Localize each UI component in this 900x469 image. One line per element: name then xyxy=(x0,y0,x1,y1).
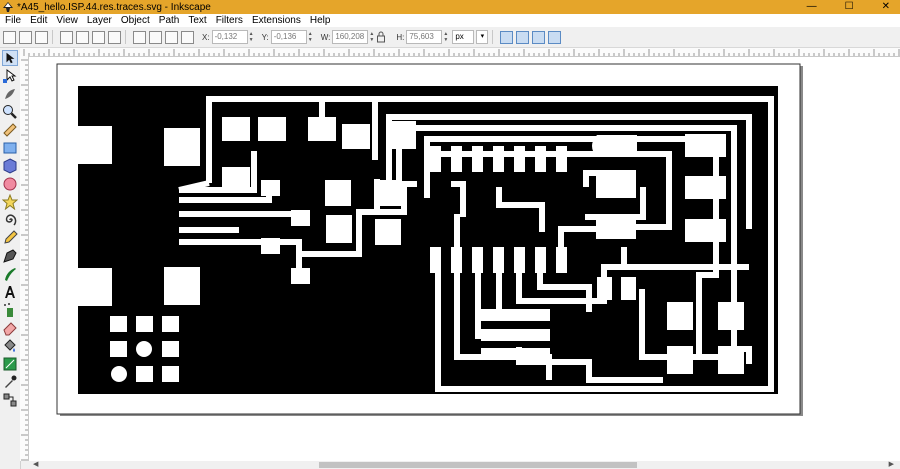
close-button[interactable]: ✕ xyxy=(882,0,890,14)
select-all-layers-icon[interactable] xyxy=(19,30,32,44)
lower-icon[interactable] xyxy=(165,30,178,44)
w-spin-icon[interactable]: ▲ ▼ xyxy=(369,31,374,43)
menu-extensions[interactable]: Extensions xyxy=(252,15,301,26)
bucket-tool-icon[interactable] xyxy=(2,338,18,354)
zoom-tool-icon[interactable] xyxy=(2,104,18,120)
isp-header xyxy=(110,316,179,382)
y-field[interactable]: -0,136 xyxy=(270,30,307,44)
dropper-tool-icon[interactable] xyxy=(2,374,18,390)
eraser-tool-icon[interactable] xyxy=(2,320,18,336)
selector-tool-icon[interactable] xyxy=(2,50,18,66)
chevron-down-icon[interactable]: ▾ xyxy=(476,30,489,44)
toolbox xyxy=(0,48,21,469)
rectangle-tool-icon[interactable] xyxy=(2,140,18,156)
flip-vertical-icon[interactable] xyxy=(108,30,121,44)
lower-to-bottom-icon[interactable] xyxy=(181,30,194,44)
horizontal-ruler xyxy=(20,48,900,57)
deselect-icon[interactable] xyxy=(35,30,48,44)
node-tool-icon[interactable] xyxy=(2,68,18,84)
h-spin-icon[interactable]: ▲ ▼ xyxy=(443,31,448,43)
toolbar-divider xyxy=(125,30,126,44)
star-tool-icon[interactable] xyxy=(2,194,18,210)
calligraphy-tool-icon[interactable] xyxy=(2,266,18,282)
tool-controls-bar: X: -0,132 ▲ ▼ Y: -0,136 ▲ ▼ W: 160,208 ▲ ▼ … xyxy=(0,27,900,48)
menu-text[interactable]: Text xyxy=(188,15,206,26)
scale-stroke-icon[interactable] xyxy=(500,30,514,44)
menu-help[interactable]: Help xyxy=(310,15,331,26)
scroll-left-icon[interactable]: ◀ xyxy=(33,461,38,469)
maximize-button[interactable]: ☐ xyxy=(845,0,854,14)
pen-tool-icon[interactable] xyxy=(2,248,18,264)
menu-bar: File Edit View Layer Object Path Text Fi… xyxy=(0,14,900,27)
scale-corners-icon[interactable] xyxy=(516,30,530,44)
usb-pad xyxy=(78,268,112,306)
select-all-icon[interactable] xyxy=(3,30,16,44)
toolbar-divider xyxy=(492,30,494,44)
scrollbar-thumb[interactable] xyxy=(319,462,637,468)
y-spin-icon[interactable]: ▲ ▼ xyxy=(308,31,313,43)
flip-horizontal-icon[interactable] xyxy=(92,30,105,44)
vertical-ruler xyxy=(20,56,29,461)
menu-layer[interactable]: Layer xyxy=(87,15,112,26)
menu-view[interactable]: View xyxy=(56,15,78,26)
x-field[interactable]: -0,132 xyxy=(211,30,248,44)
document-drawing[interactable] xyxy=(29,57,900,461)
window-title: *A45_hello.ISP.44.res.traces.svg - Inksc… xyxy=(17,1,211,13)
spiral-tool-icon[interactable] xyxy=(2,212,18,228)
window-controls: — ☐ ✕ xyxy=(807,0,890,14)
measure-tool-icon[interactable] xyxy=(2,122,18,138)
menu-file[interactable]: File xyxy=(5,15,21,26)
usb-pad xyxy=(78,126,112,164)
minimize-button[interactable]: — xyxy=(807,0,817,14)
raise-icon[interactable] xyxy=(149,30,162,44)
x-spin-icon[interactable]: ▲ ▼ xyxy=(249,31,254,43)
text-tool-icon[interactable] xyxy=(2,284,18,300)
gradient-tool-icon[interactable] xyxy=(2,356,18,372)
ellipse-tool-icon[interactable] xyxy=(2,176,18,192)
w-field[interactable]: 160,208 xyxy=(332,30,369,44)
3dbox-tool-icon[interactable] xyxy=(2,158,18,174)
canvas[interactable] xyxy=(29,57,900,461)
menu-filters[interactable]: Filters xyxy=(216,15,243,26)
toolbar-divider xyxy=(52,30,53,44)
pencil-tool-icon[interactable] xyxy=(2,230,18,246)
h-field[interactable]: 75,603 xyxy=(406,30,443,44)
menu-edit[interactable]: Edit xyxy=(30,15,47,26)
unit-select[interactable]: px xyxy=(452,30,475,44)
pad xyxy=(164,267,200,305)
move-patterns-icon[interactable] xyxy=(548,30,562,44)
h-label: H: xyxy=(396,32,405,42)
horizontal-scrollbar[interactable]: ◀ ▶ xyxy=(29,461,900,469)
move-gradients-icon[interactable] xyxy=(532,30,546,44)
w-label: W: xyxy=(320,32,331,42)
x-label: X: xyxy=(202,32,210,42)
menu-path[interactable]: Path xyxy=(159,15,180,26)
lock-icon[interactable] xyxy=(376,31,386,43)
spray-tool-icon[interactable] xyxy=(2,302,18,318)
scroll-right-icon[interactable]: ▶ xyxy=(889,461,894,469)
pad xyxy=(164,128,200,166)
rotate-cw-icon[interactable] xyxy=(76,30,89,44)
pcb-traces[interactable] xyxy=(78,86,778,394)
tweak-tool-icon[interactable] xyxy=(2,86,18,102)
menu-object[interactable]: Object xyxy=(121,15,150,26)
inkscape-logo-icon xyxy=(3,2,13,12)
connector-tool-icon[interactable] xyxy=(2,392,18,408)
y-label: Y: xyxy=(261,32,269,42)
rotate-ccw-icon[interactable] xyxy=(60,30,73,44)
raise-to-top-icon[interactable] xyxy=(133,30,146,44)
title-bar: *A45_hello.ISP.44.res.traces.svg - Inksc… xyxy=(0,0,900,14)
